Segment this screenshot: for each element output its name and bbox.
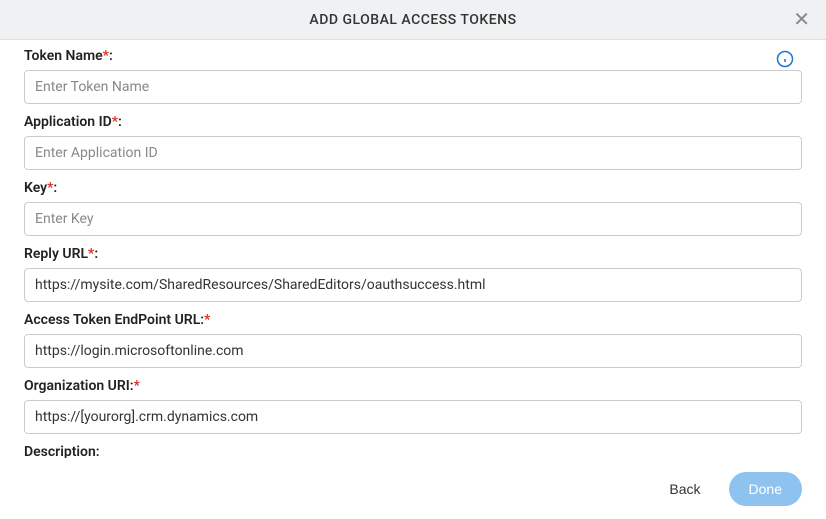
label-key: Key*: [24,180,802,196]
required-mark: * [103,48,109,64]
input-org-uri[interactable] [24,400,802,434]
required-mark: * [88,246,94,262]
dialog-title: ADD GLOBAL ACCESS TOKENS [309,12,516,28]
required-mark: * [47,180,53,196]
required-mark: * [204,312,210,328]
dialog-header: ADD GLOBAL ACCESS TOKENS ✕ [0,0,826,40]
form-group-application-id: Application ID*: [24,114,802,170]
label-reply-url: Reply URL*: [24,246,802,262]
label-application-id: Application ID*: [24,114,802,130]
close-button[interactable]: ✕ [789,6,814,34]
input-reply-url[interactable] [24,268,802,302]
label-description: Description: [24,444,802,458]
content-wrapper: Token Name*: Application ID*: Key*: Repl… [0,40,826,458]
input-token-name[interactable] [24,70,802,104]
close-icon: ✕ [793,9,810,31]
form-group-description: Description: [24,444,802,458]
form-group-org-uri: Organization URI:* [24,378,802,434]
back-button[interactable]: Back [657,473,712,505]
form-group-key: Key*: [24,180,802,236]
form-content: Token Name*: Application ID*: Key*: Repl… [0,40,826,458]
form-group-reply-url: Reply URL*: [24,246,802,302]
required-mark: * [112,114,118,130]
dialog-footer: Back Done [0,459,826,519]
label-endpoint-url: Access Token EndPoint URL:* [24,312,802,328]
input-application-id[interactable] [24,136,802,170]
form-group-token-name: Token Name*: [24,48,802,104]
info-icon [776,50,794,68]
input-key[interactable] [24,202,802,236]
required-mark: * [134,378,140,394]
input-endpoint-url[interactable] [24,334,802,368]
done-button[interactable]: Done [729,472,802,506]
label-org-uri: Organization URI:* [24,378,802,394]
form-group-endpoint-url: Access Token EndPoint URL:* [24,312,802,368]
info-button[interactable] [776,50,794,72]
label-token-name: Token Name*: [24,48,802,64]
